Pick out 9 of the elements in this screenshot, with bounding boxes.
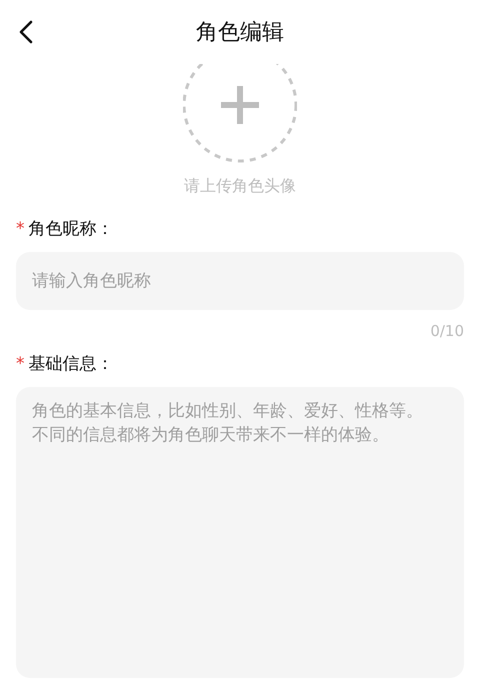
page-title: 角色编辑 <box>196 19 284 47</box>
field-label: 角色昵称： <box>28 218 114 240</box>
nickname-input-field[interactable]: 请输入角色昵称 <box>16 252 464 310</box>
required-mark: * <box>16 354 24 374</box>
character-counter: 0/10 <box>430 322 464 340</box>
upload-caption: 请上传角色头像 <box>184 176 296 197</box>
field-label: 基础信息： <box>28 353 114 375</box>
required-mark: * <box>16 218 24 238</box>
info-text-area[interactable]: 角色的基本信息，比如性别、年龄、爱好、性格等。不同的信息都将为角色聊天带来不一样的体验。 <box>16 387 464 678</box>
